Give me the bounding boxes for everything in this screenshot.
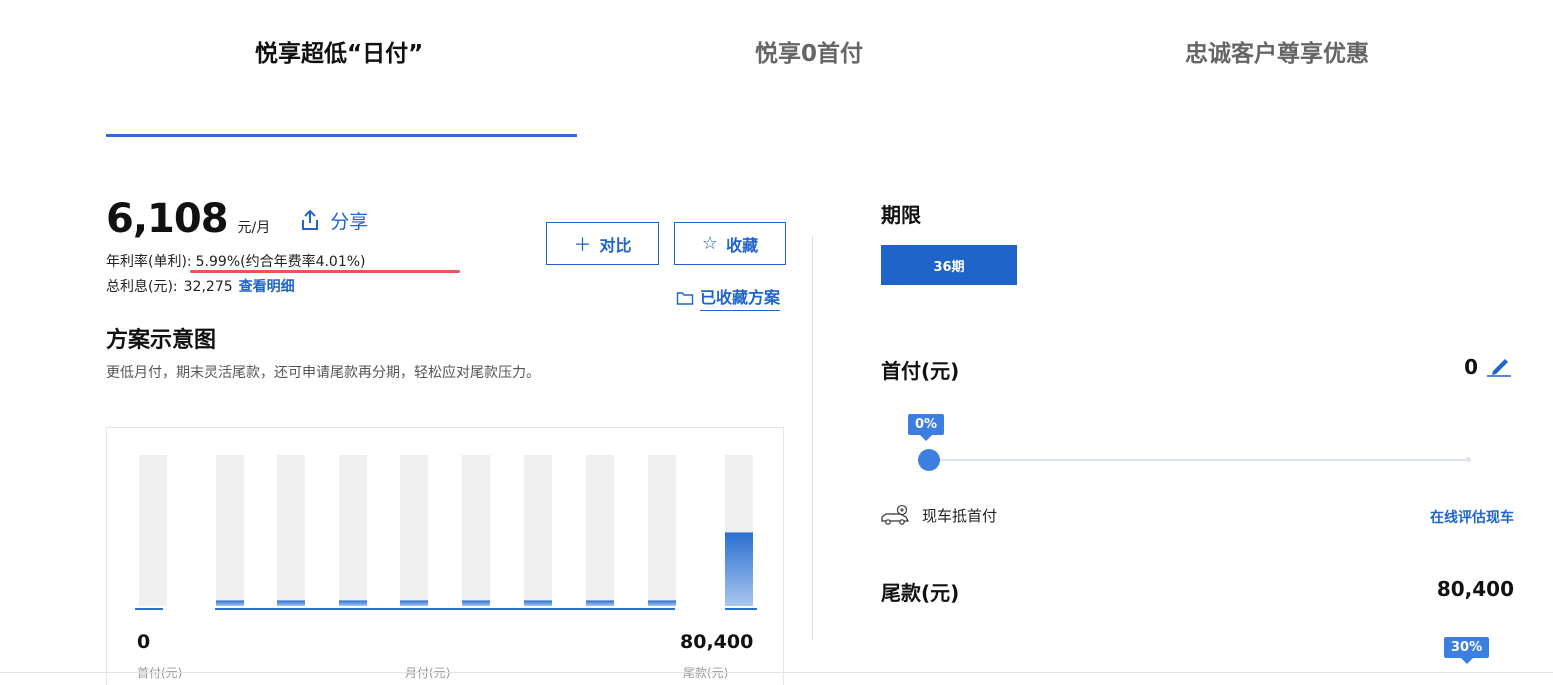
down-payment-value: 0 xyxy=(1464,355,1478,379)
chart-bar xyxy=(524,600,552,606)
chart-bar-track xyxy=(586,455,614,606)
interest-rate-line: 年利率(单利): 5.99%(约合年费率4.01%) xyxy=(106,251,366,271)
plus-icon: ＋ xyxy=(573,234,592,256)
chart-last-value: 80,400 xyxy=(680,631,754,653)
down-payment-title: 首付(元) xyxy=(881,359,960,383)
rate-highlight-underline xyxy=(190,270,460,273)
saved-plans-link[interactable]: 已收藏方案 xyxy=(676,284,781,311)
chart-bar-track xyxy=(648,455,676,606)
chart-bar-track xyxy=(277,455,305,606)
balloon-slider-tooltip: 30% xyxy=(1444,637,1490,664)
star-icon: ☆ xyxy=(701,233,719,254)
interest-label: 总利息(元): xyxy=(106,279,178,295)
share-icon xyxy=(302,209,319,230)
chart-bar xyxy=(400,600,428,606)
plan-diagram-description: 更低月付，期末灵活尾款，还可申请尾款再分期，轻松应对尾款压力。 xyxy=(106,365,540,381)
view-details-link[interactable]: 查看明细 xyxy=(239,279,295,295)
plan-tabs: 悦享超低“日付” 悦享0首付 忠诚客户尊享优惠 xyxy=(0,0,1553,140)
active-tab-indicator xyxy=(106,134,577,137)
total-interest-line: 总利息(元): 32,275 查看明细 xyxy=(106,276,295,296)
page-bottom-border xyxy=(0,672,1553,673)
chart-bar xyxy=(339,600,367,606)
down-payment-slider-thumb[interactable] xyxy=(918,449,940,471)
down-payment-slider-tooltip: 0% xyxy=(908,414,945,441)
monthly-payment: 6,108 xyxy=(106,196,229,242)
chart-bar xyxy=(216,600,244,606)
term-option-36[interactable]: 36期 xyxy=(881,245,1017,285)
term-title: 期限 xyxy=(881,203,921,227)
saved-plans-label: 已收藏方案 xyxy=(700,284,781,311)
favorite-label: 收藏 xyxy=(726,235,759,255)
balloon-value: 80,400 xyxy=(1436,577,1514,601)
plan-diagram-title: 方案示意图 xyxy=(106,328,217,353)
favorite-button[interactable]: ☆ 收藏 xyxy=(674,222,786,265)
rate-label: 年利率(单利): xyxy=(106,254,192,270)
tab-daily-pay[interactable]: 悦享超低“日付” xyxy=(255,34,423,68)
chart-bar xyxy=(277,600,305,606)
compare-label: 对比 xyxy=(599,235,632,255)
chart-bar-track xyxy=(462,455,490,606)
chart-first-value: 0 xyxy=(137,631,151,653)
chart-bar xyxy=(462,600,490,606)
folder-icon xyxy=(676,291,694,305)
compare-button[interactable]: ＋ 对比 xyxy=(546,222,659,265)
panel-divider xyxy=(812,236,813,640)
evaluate-car-link[interactable]: 在线评估现车 xyxy=(1430,507,1514,527)
monthly-payment-row: 6,108 元/月 分享 xyxy=(106,196,368,242)
chart-bar-track xyxy=(524,455,552,606)
chart-bar-track xyxy=(139,455,167,606)
chart-bar xyxy=(586,600,614,606)
chart-bar xyxy=(725,532,753,606)
interest-value: 32,275 xyxy=(183,279,233,295)
edit-icon[interactable] xyxy=(1486,354,1512,378)
balloon-title: 尾款(元) xyxy=(881,581,960,605)
down-payment-slider-end xyxy=(1466,457,1471,462)
chart-bar xyxy=(648,600,676,606)
monthly-unit: 元/月 xyxy=(237,220,271,236)
chart-bar-track xyxy=(400,455,428,606)
rate-value: 5.99%(约合年费率4.01%) xyxy=(195,254,366,270)
chart-bar-track xyxy=(339,455,367,606)
tab-loyal-customer[interactable]: 忠诚客户尊享优惠 xyxy=(1185,34,1369,68)
share-button[interactable]: 分享 xyxy=(298,207,368,234)
share-label: 分享 xyxy=(330,210,369,233)
trade-in-label: 现车抵首付 xyxy=(922,506,998,525)
chart-bar-track xyxy=(216,455,244,606)
tab-zero-down[interactable]: 悦享0首付 xyxy=(755,34,863,68)
down-payment-slider-track[interactable] xyxy=(929,459,1469,461)
car-trade-in-icon xyxy=(881,504,909,525)
trade-in-row: 现车抵首付 xyxy=(880,504,997,526)
